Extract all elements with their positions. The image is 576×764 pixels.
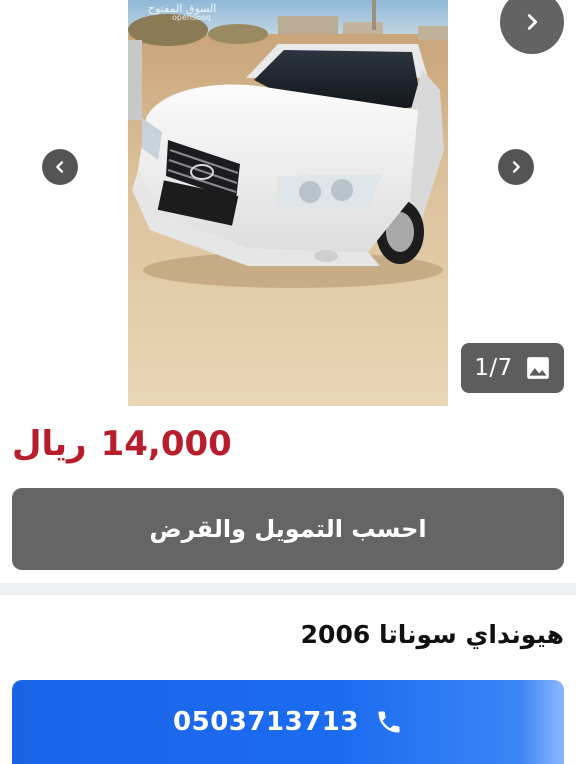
chevron-right-icon	[527, 14, 538, 30]
car-photo[interactable]: السوق المفتوح opensooq	[128, 0, 448, 406]
image-counter-text: 1/7	[474, 355, 513, 381]
image-icon	[526, 357, 549, 379]
listing-title: هيونداي سوناتا 2006	[300, 619, 564, 649]
next-image-button[interactable]	[500, 0, 564, 54]
chevron-left-icon	[56, 161, 64, 173]
price: ريال 14,000	[12, 422, 232, 466]
next-image-button-mid[interactable]	[498, 149, 534, 185]
photo-gallery: السوق المفتوح opensooq 1/7	[0, 0, 576, 406]
chevron-right-icon	[512, 161, 520, 173]
price-amount: 14,000	[100, 424, 232, 464]
phone-number: 0503713713	[173, 707, 359, 737]
image-counter[interactable]: 1/7	[461, 343, 564, 393]
price-currency: ريال	[12, 424, 87, 464]
finance-calculator-label: احسب التمويل والقرض	[149, 515, 427, 543]
section-divider	[0, 583, 576, 595]
phone-icon	[378, 711, 400, 733]
previous-image-button[interactable]	[42, 149, 78, 185]
call-button[interactable]: 0503713713	[12, 680, 564, 764]
svg-text:opensooq: opensooq	[172, 13, 211, 22]
finance-calculator-button[interactable]: احسب التمويل والقرض	[12, 488, 564, 570]
